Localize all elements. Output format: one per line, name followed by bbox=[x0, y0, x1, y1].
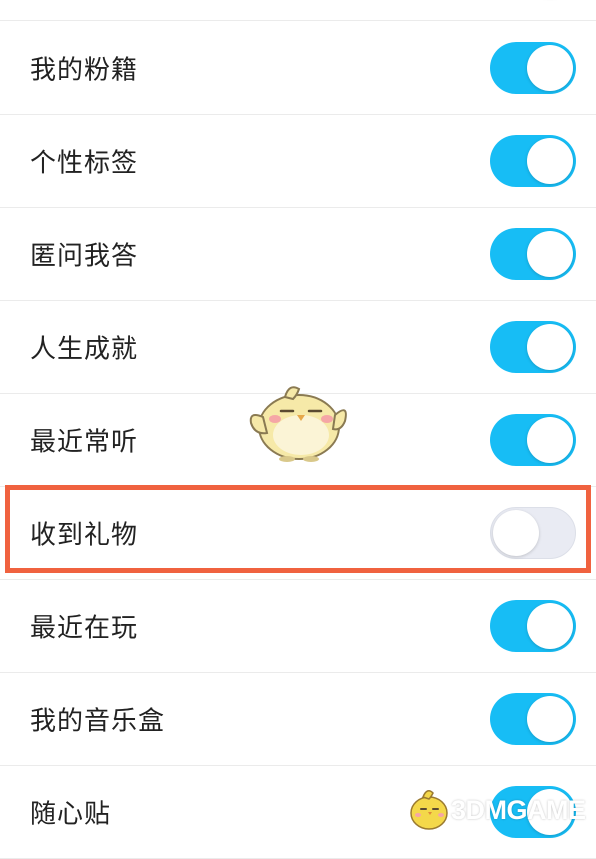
toggle-switch-on[interactable] bbox=[490, 135, 576, 187]
toggle-knob bbox=[527, 45, 573, 91]
toggle-switch-on[interactable] bbox=[490, 321, 576, 373]
watermark-chick-icon bbox=[410, 790, 448, 830]
toggle-knob bbox=[527, 231, 573, 277]
setting-label: 最近常听 bbox=[30, 427, 139, 458]
toggle-switch-on[interactable] bbox=[490, 42, 576, 94]
toggle-knob bbox=[527, 324, 573, 370]
toggle-knob bbox=[527, 417, 573, 463]
settings-row-anonymous-qa: 匿问我答 bbox=[0, 208, 596, 301]
toggle-knob bbox=[527, 696, 573, 742]
toggle-knob bbox=[527, 603, 573, 649]
toggle-knob bbox=[493, 510, 539, 556]
setting-label: 我的粉籍 bbox=[30, 55, 139, 86]
3dmgame-watermark: 3DMGAME bbox=[405, 783, 591, 835]
setting-label: 我的音乐盒 bbox=[30, 706, 166, 737]
setting-label: 人生成就 bbox=[30, 334, 139, 365]
settings-row-received-gifts: 收到礼物 bbox=[0, 487, 596, 580]
watermark-text: 3DMGAME bbox=[451, 795, 586, 825]
setting-label: 收到礼物 bbox=[30, 520, 139, 551]
toggle-switch-on[interactable] bbox=[490, 693, 576, 745]
toggle-switch-on[interactable] bbox=[490, 228, 576, 280]
settings-row-music-box: 我的音乐盒 bbox=[0, 673, 596, 766]
toggle-switch-on[interactable] bbox=[490, 600, 576, 652]
settings-row-fan-club: 我的粉籍 bbox=[0, 22, 596, 115]
setting-label: 匿问我答 bbox=[30, 241, 139, 272]
toggle-switch-on[interactable] bbox=[490, 414, 576, 466]
toggle-knob bbox=[527, 138, 573, 184]
settings-row-personal-tags: 个性标签 bbox=[0, 115, 596, 208]
setting-label: 随心贴 bbox=[30, 799, 112, 830]
settings-row-recently-playing-games: 最近在玩 bbox=[0, 580, 596, 673]
settings-row-partial[interactable] bbox=[0, 0, 596, 21]
chick-mascot-icon bbox=[245, 375, 350, 465]
setting-label: 最近在玩 bbox=[30, 613, 139, 644]
toggle-switch-off[interactable] bbox=[490, 507, 576, 559]
setting-label: 个性标签 bbox=[30, 148, 139, 179]
